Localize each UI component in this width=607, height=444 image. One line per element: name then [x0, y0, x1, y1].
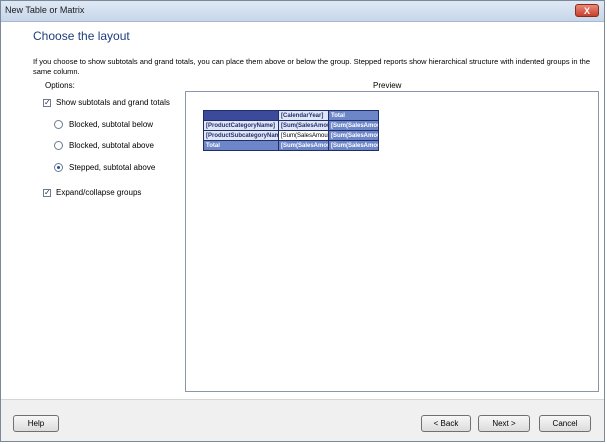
- matrix-total-header: Total: [328, 110, 379, 121]
- preview-pane: [CalendarYear] Total [ProductCategoryNam…: [185, 91, 599, 392]
- close-button[interactable]: X: [575, 4, 599, 17]
- expand-collapse-label: Expand/collapse groups: [56, 188, 142, 197]
- layout-option-blocked-below[interactable]: Blocked, subtotal below: [54, 120, 153, 129]
- blocked-below-label: Blocked, subtotal below: [69, 120, 154, 129]
- matrix-cell: [Sum(SalesAmount)]: [278, 140, 329, 151]
- show-subtotals-option[interactable]: ✓ Show subtotals and grand totals: [43, 98, 170, 107]
- page-title: Choose the layout: [33, 29, 130, 43]
- stepped-above-label: Stepped, subtotal above: [69, 163, 156, 172]
- layout-option-stepped-above[interactable]: Stepped, subtotal above: [54, 163, 155, 172]
- next-button[interactable]: Next >: [478, 415, 530, 432]
- wizard-page: Choose the layout If you choose to show …: [1, 22, 604, 399]
- matrix-row: Total [Sum(SalesAmount)] [Sum(SalesAmoun…: [203, 140, 379, 151]
- matrix-row-subgroup-header: [ProductSubcategoryName]: [203, 130, 279, 141]
- dialog-window: New Table or Matrix X Choose the layout …: [0, 0, 605, 442]
- page-description: If you choose to show subtotals and gran…: [33, 57, 590, 76]
- show-subtotals-label: Show subtotals and grand totals: [56, 98, 170, 107]
- preview-matrix: [CalendarYear] Total [ProductCategoryNam…: [203, 110, 379, 151]
- help-button[interactable]: Help: [13, 415, 59, 432]
- matrix-row-group-header: [ProductCategoryName]: [203, 120, 279, 131]
- blocked-below-radio[interactable]: [54, 120, 63, 129]
- layout-option-blocked-above[interactable]: Blocked, subtotal above: [54, 141, 154, 150]
- matrix-row: [ProductSubcategoryName] [Sum(SalesAmoun…: [203, 130, 379, 141]
- expand-collapse-option[interactable]: ✓ Expand/collapse groups: [43, 188, 141, 197]
- options-label: Options:: [45, 81, 75, 90]
- cancel-button[interactable]: Cancel: [539, 415, 591, 432]
- stepped-above-radio[interactable]: [54, 163, 63, 172]
- button-bar: Help < Back Next > Cancel: [1, 399, 604, 441]
- blocked-above-label: Blocked, subtotal above: [69, 141, 154, 150]
- blocked-above-radio[interactable]: [54, 141, 63, 150]
- matrix-cell: [Sum(SalesAmount)]: [278, 120, 329, 131]
- back-button[interactable]: < Back: [421, 415, 471, 432]
- matrix-column-group-header: [CalendarYear]: [278, 110, 329, 121]
- matrix-cell: [Sum(SalesAmount)]: [278, 130, 329, 141]
- matrix-cell: [Sum(SalesAmount)]: [328, 140, 379, 151]
- preview-label: Preview: [373, 81, 402, 90]
- matrix-cell: [Sum(SalesAmount)]: [328, 120, 379, 131]
- title-bar[interactable]: New Table or Matrix X: [1, 1, 604, 22]
- matrix-row: [ProductCategoryName] [Sum(SalesAmount)]…: [203, 120, 379, 131]
- matrix-cell: [Sum(SalesAmount)]: [328, 130, 379, 141]
- window-title: New Table or Matrix: [5, 5, 85, 15]
- matrix-corner-cell: [203, 110, 279, 121]
- expand-collapse-checkbox[interactable]: ✓: [43, 188, 51, 197]
- matrix-row: [CalendarYear] Total: [203, 110, 379, 121]
- matrix-total-row-header: Total: [203, 140, 279, 151]
- show-subtotals-checkbox[interactable]: ✓: [43, 98, 51, 107]
